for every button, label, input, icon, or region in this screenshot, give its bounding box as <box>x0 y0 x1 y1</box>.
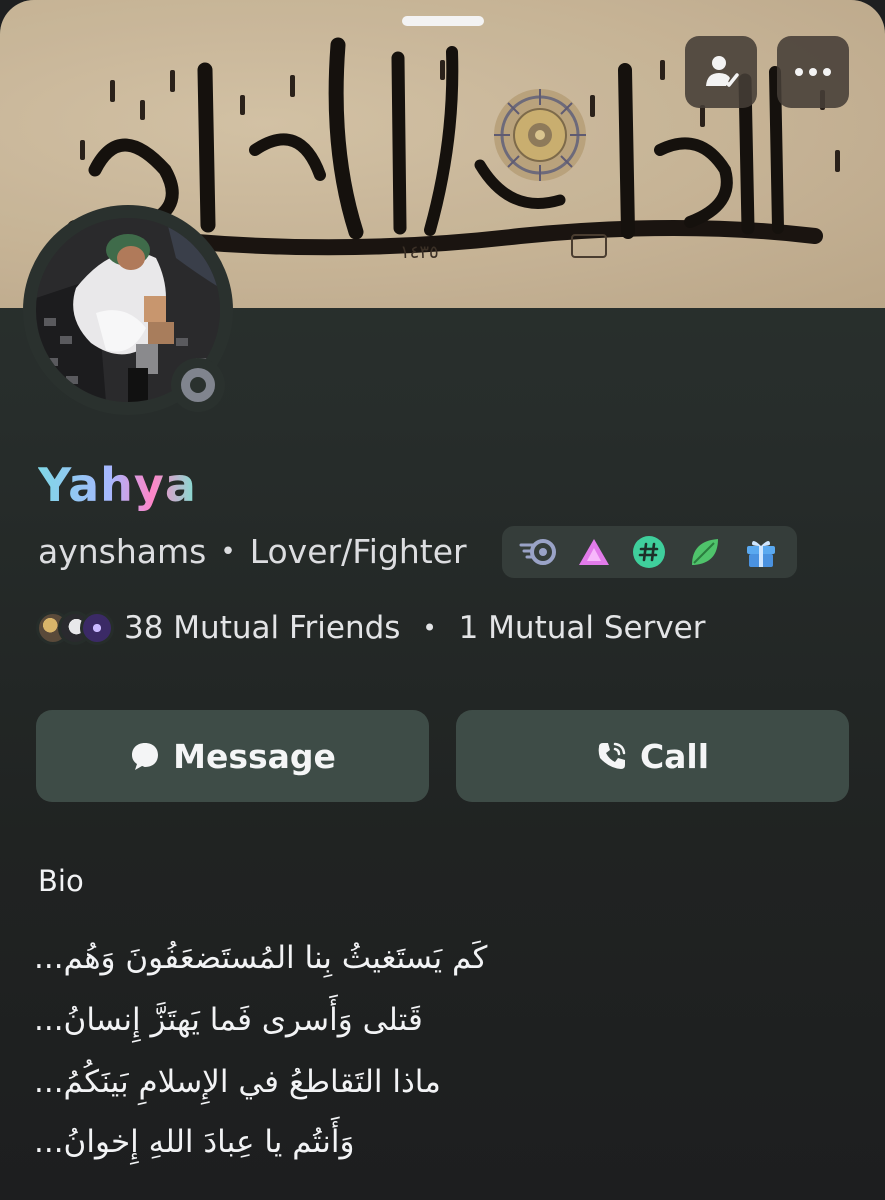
gift-icon <box>747 540 776 567</box>
mutual-friend-avatar <box>80 611 114 645</box>
bio-line: وَأَنتُم يا عِبادَ اللهِ إِخوانُ... <box>34 1124 355 1160</box>
username-line: aynshams • Lover/Fighter <box>38 532 467 571</box>
bio-line: ماذا التَقاطعُ في الإِسلامِ بَينَكُمُ... <box>34 1064 441 1100</box>
banner-year-mark: ١٤٣٥ <box>400 242 439 263</box>
mutuals-row[interactable]: 38 Mutual Friends • 1 Mutual Server <box>36 610 706 646</box>
hypesquad-badge[interactable] <box>575 533 613 571</box>
badge-list <box>502 526 797 578</box>
mutual-friends-count[interactable]: 38 Mutual Friends <box>124 610 400 646</box>
leaf-badge[interactable] <box>686 533 724 571</box>
message-button-label: Message <box>173 736 336 776</box>
message-button[interactable]: Message <box>36 710 429 802</box>
hashtag-badge[interactable] <box>630 533 668 571</box>
bio-line: كَم يَستَغيثُ بِنا المُستَضعَفُونَ وَهُم… <box>34 940 488 976</box>
gift-badge[interactable] <box>742 533 780 571</box>
profile-sheet: ١٤٣٥ Yahya aynshams • Lover/Fighter 38 M… <box>0 0 885 1200</box>
more-options-button[interactable] <box>777 36 849 108</box>
phone-call-icon <box>598 742 626 769</box>
hypesquad-balance-icon <box>578 539 609 565</box>
sheet-grabber[interactable] <box>402 16 484 26</box>
leaf-icon <box>692 539 719 565</box>
mutual-servers-count[interactable]: 1 Mutual Server <box>459 610 706 646</box>
status-offline-indicator <box>181 368 215 402</box>
nitro-icon <box>519 539 556 565</box>
pronouns: Lover/Fighter <box>249 532 467 571</box>
username[interactable]: aynshams <box>38 532 206 571</box>
hashtag-icon <box>633 536 666 568</box>
bio-heading: Bio <box>38 864 84 898</box>
chat-bubble-icon <box>132 743 159 770</box>
bio-line: قَتلى وَأَسرى فَما يَهتَزَّ إِنسانُ... <box>34 1002 423 1038</box>
separator-dot: • <box>422 614 437 642</box>
display-name: Yahya <box>38 458 197 512</box>
call-button-label: Call <box>639 736 710 776</box>
call-button[interactable]: Call <box>456 710 849 802</box>
separator-dot: • <box>220 536 236 567</box>
person-check-icon <box>706 56 739 87</box>
ellipsis-icon <box>795 68 831 76</box>
nitro-badge[interactable] <box>519 533 557 571</box>
profile-action-button[interactable] <box>685 36 757 108</box>
